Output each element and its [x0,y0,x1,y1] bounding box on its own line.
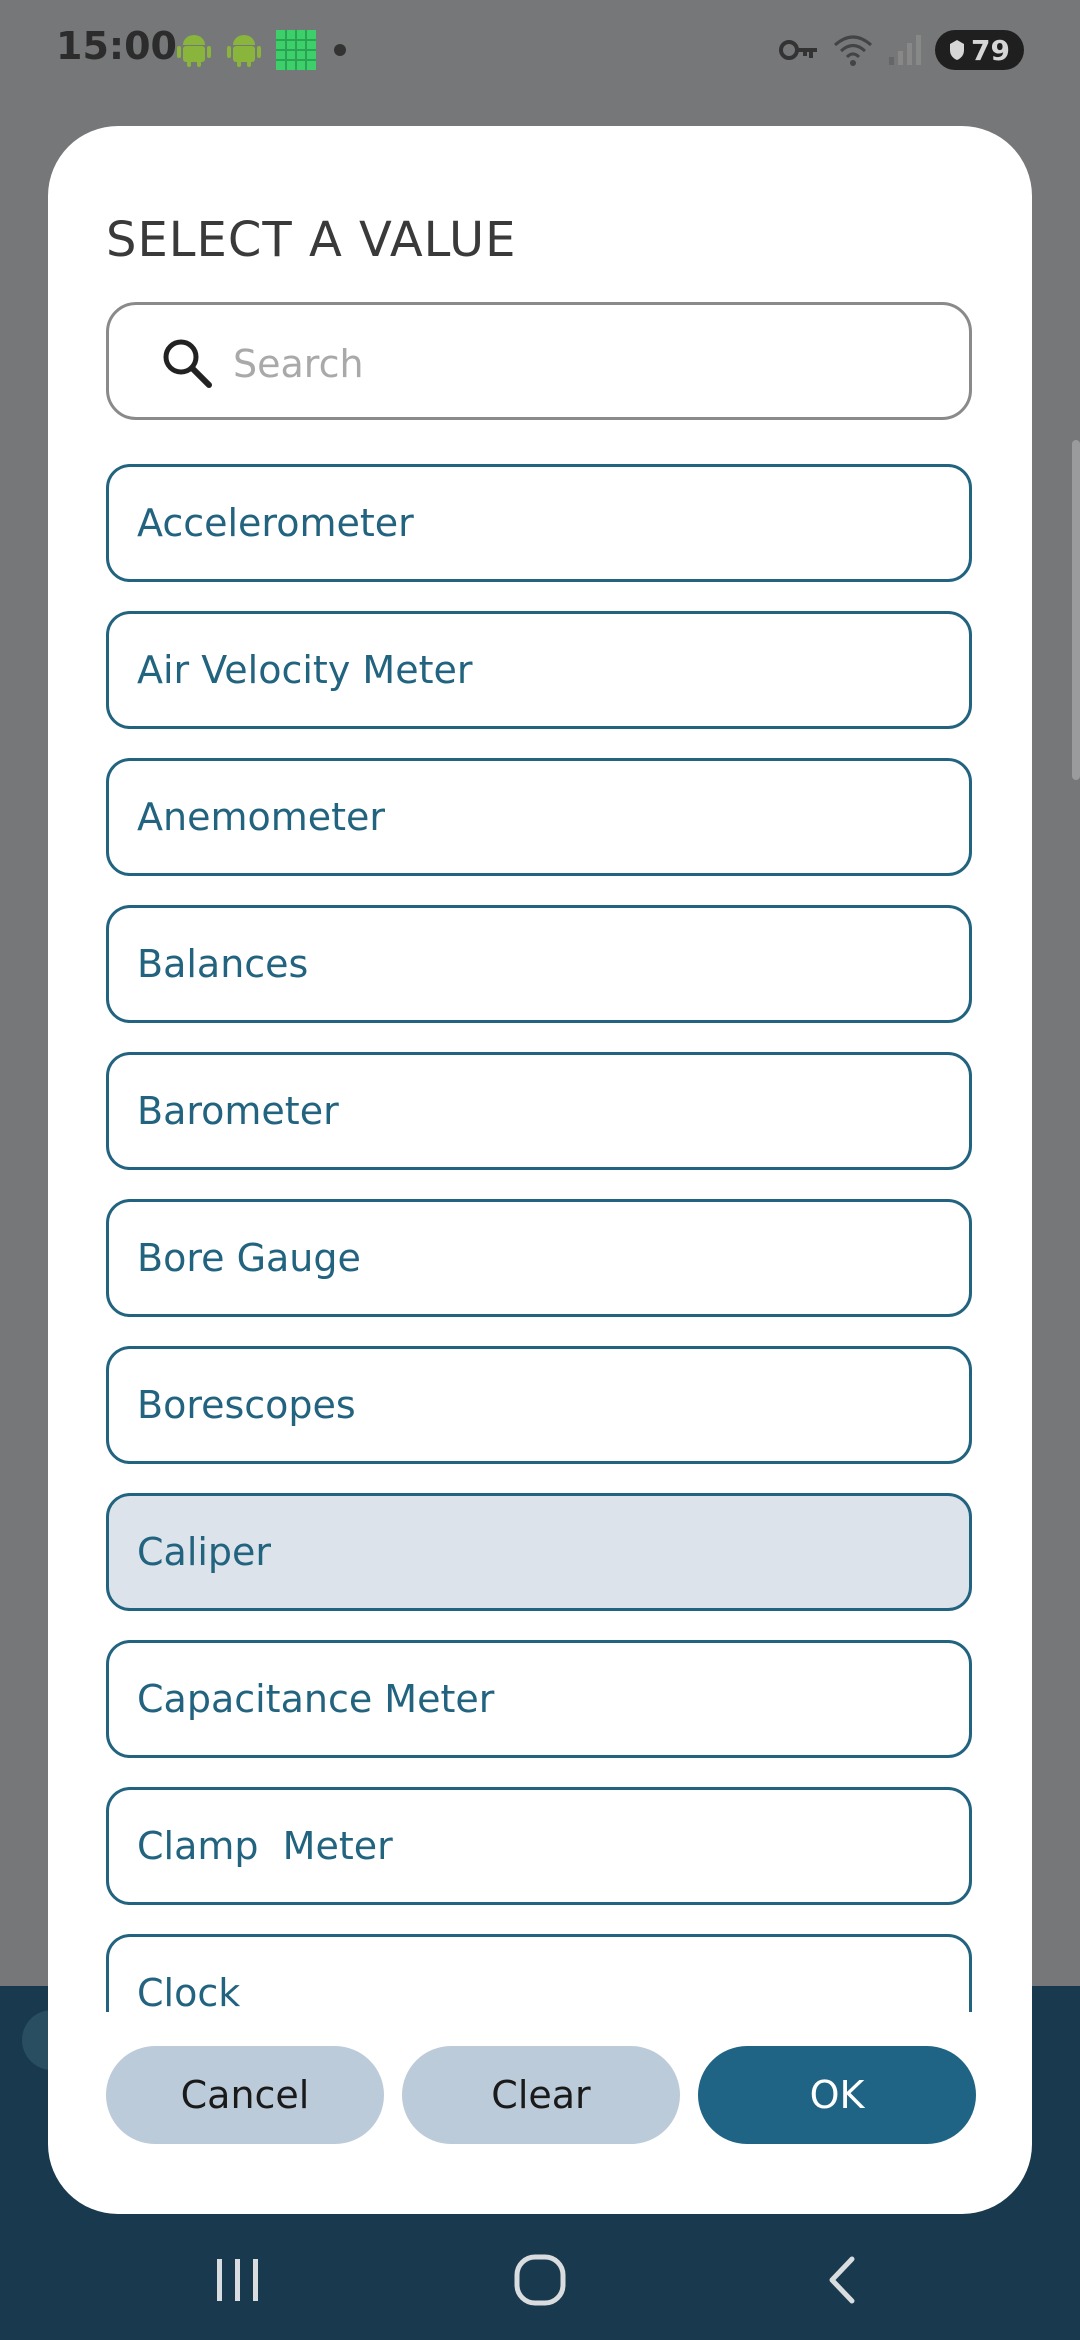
status-bar: 15:00 79 [0,0,1080,100]
status-time: 15:00 [56,24,177,68]
list-item[interactable]: Clamp Meter [106,1787,972,1905]
android-icon [177,35,211,67]
list-item[interactable]: Clock [106,1934,972,2012]
system-navigation-bar [0,2200,1080,2340]
vpn-key-icon [779,40,818,60]
list-item[interactable]: Capacitance Meter [106,1640,972,1758]
home-icon [514,2254,566,2306]
select-value-dialog: SELECT A VALUE Accelerometer Air Velocity… [48,126,1032,2214]
dialog-title: SELECT A VALUE [106,212,517,268]
list-item[interactable]: Borescopes [106,1346,972,1464]
list-item[interactable]: Balances [106,905,972,1023]
value-list[interactable]: Accelerometer Air Velocity Meter Anemomete… [106,464,976,2012]
back-icon [829,2256,855,2304]
recent-apps-icon [217,2259,258,2301]
wifi-icon [834,35,873,66]
list-item[interactable]: Air Velocity Meter [106,611,972,729]
search-input[interactable] [231,323,935,405]
home-button[interactable] [490,2240,590,2320]
battery-indicator: 79 [935,30,1024,70]
signal-icon [889,35,922,65]
search-box[interactable] [106,302,972,420]
dot-icon [334,44,346,56]
android-icon [227,35,261,67]
list-item[interactable]: Caliper [106,1493,972,1611]
grid-app-icon [276,30,316,70]
battery-saver-icon [950,40,965,60]
list-item[interactable]: Accelerometer [106,464,972,582]
recent-apps-button[interactable] [188,2240,288,2320]
search-icon [163,339,212,388]
ok-button[interactable]: OK [698,2046,976,2144]
page-scrollbar [1072,440,1080,780]
clear-button[interactable]: Clear [402,2046,680,2144]
cancel-button[interactable]: Cancel [106,2046,384,2144]
notification-icons [176,30,350,70]
list-item[interactable]: Bore Gauge [106,1199,972,1317]
battery-level: 79 [971,33,1010,67]
back-button[interactable] [792,2240,892,2320]
system-icons: 79 [779,30,1024,70]
list-item[interactable]: Anemometer [106,758,972,876]
list-item[interactable]: Barometer [106,1052,972,1170]
